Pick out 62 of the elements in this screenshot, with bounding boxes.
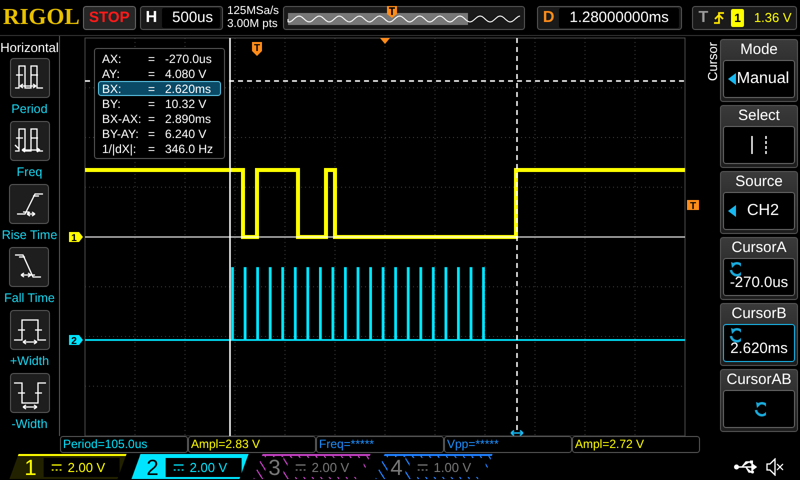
measurement-readout: Freq=***** (316, 436, 444, 453)
knob-icon (727, 327, 741, 343)
nwidth-measure-button[interactable]: -Width (10, 372, 50, 436)
menu-softkey[interactable]: Select (720, 105, 798, 168)
cursor-handle-icon (510, 430, 524, 436)
memory-depth: 3.00M pts (227, 18, 279, 30)
channel-marker: 2 (69, 335, 83, 347)
dc-coupling-icon (52, 464, 62, 472)
pwidth-icon (10, 310, 50, 350)
menu-softkey[interactable]: Source CH2 (720, 171, 798, 234)
cursor-readout-row-text: BX-AX: = 2.890ms (101, 111, 212, 126)
measurement-readout: Vpp=***** (444, 436, 572, 453)
dc-coupling-icon (174, 464, 184, 472)
channel-tab[interactable]: 4 1.00 V (375, 454, 493, 479)
run-stop-indicator: STOP (83, 6, 136, 30)
cursor-readout-row-text: BY-AY: = 6.240 V (101, 126, 208, 141)
freq-measure-button[interactable]: Freq (10, 120, 50, 184)
channel-marker: 1 (69, 232, 83, 244)
trigger-position-icon (386, 6, 397, 18)
menu-softkey[interactable]: CursorA -270.0us (720, 237, 798, 300)
cursor-readout-row: BX: = 2.620ms (98, 81, 221, 96)
fall-measure-button[interactable]: Fall Time (4, 246, 55, 310)
trigger-level-marker: T (687, 200, 699, 212)
rise-icon (9, 184, 50, 224)
trigger-marker: T (252, 42, 262, 56)
trigger-display: T 1 1.36 V (692, 6, 797, 30)
measurement-readout: Ampl=2.72 V (572, 436, 700, 453)
fall-icon (9, 246, 50, 287)
cursor-readout-row-text: AY: = 4.080 V (101, 66, 208, 81)
pwidth-measure-button[interactable]: +Width (10, 310, 50, 373)
rising-edge-icon (713, 10, 726, 26)
brand-logo: RIGOL (3, 3, 79, 32)
center-marker-icon (380, 38, 390, 44)
timebase-display: H 500us (140, 6, 224, 30)
menu-softkey[interactable]: Mode Manual (720, 39, 798, 102)
measurement-readout: Ampl=2.83 V (188, 436, 316, 453)
freq-icon (10, 120, 50, 161)
cursor-readout-row-text: AX: = -270.0us (101, 51, 213, 66)
period-measure-button[interactable]: Period (10, 58, 50, 121)
arrow-left-icon (728, 73, 736, 85)
cursor-readout-row-text: BY: = 10.32 V (101, 96, 208, 111)
measurement-readout: Period=105.0us (60, 436, 188, 453)
channel-tab[interactable]: 1 2.00 V (9, 454, 127, 479)
menu-softkey[interactable]: CursorAB (720, 369, 798, 432)
nwidth-icon (10, 372, 50, 413)
menu-title: Horizontal (0, 39, 59, 57)
period-icon (10, 58, 50, 98)
usb-icon (734, 460, 760, 474)
channel-tab[interactable]: 3 2.00 V (253, 454, 371, 479)
arrow-left-icon (728, 205, 736, 217)
knob-icon (727, 261, 741, 277)
cursor-readout-row-text: 1/|dX|: = 346.0 Hz (101, 141, 214, 156)
menu-softkey[interactable]: CursorB 2.620ms (720, 303, 798, 366)
knob-icon (752, 401, 766, 417)
rise-measure-button[interactable]: Rise Time (2, 184, 58, 247)
dc-coupling-icon (418, 464, 428, 472)
channel-tab[interactable]: 2 2.00 V (131, 454, 249, 479)
sample-rate: 125MSa/s (227, 4, 279, 18)
dc-coupling-icon (296, 464, 306, 472)
menu-title: Cursor (704, 41, 719, 84)
speaker-muted-icon (766, 458, 784, 476)
delay-display: D 1.28000000ms (536, 6, 682, 30)
